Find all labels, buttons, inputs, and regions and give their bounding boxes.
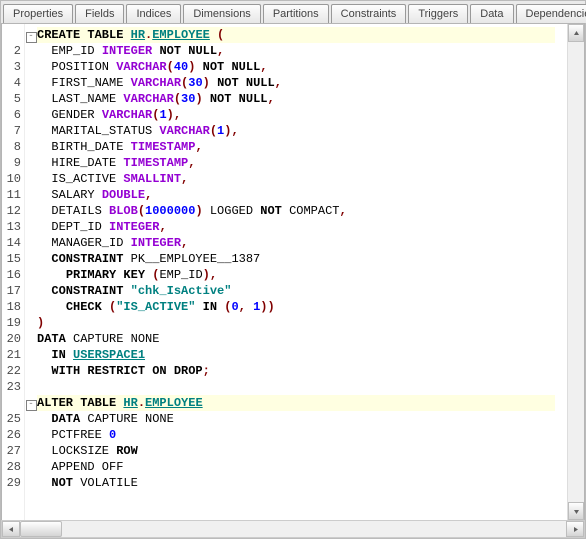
- code-line[interactable]: LAST_NAME VARCHAR(30) NOT NULL,: [37, 91, 567, 107]
- tab-triggers[interactable]: Triggers: [408, 4, 468, 23]
- line-number: 16: [2, 267, 24, 283]
- code-line[interactable]: HIRE_DATE TIMESTAMP,: [37, 155, 567, 171]
- code-line[interactable]: ALTER TABLE HR.EMPLOYEE: [37, 395, 555, 411]
- code-line[interactable]: EMP_ID INTEGER NOT NULL,: [37, 43, 567, 59]
- tab-data[interactable]: Data: [470, 4, 513, 23]
- hscroll-thumb[interactable]: [20, 521, 62, 537]
- tab-fields[interactable]: Fields: [75, 4, 124, 23]
- line-number: 25: [2, 411, 24, 427]
- scroll-up-button[interactable]: [568, 24, 584, 42]
- code-line[interactable]: DATA CAPTURE NONE: [37, 411, 567, 427]
- line-number: 8: [2, 139, 24, 155]
- line-number: [2, 27, 24, 43]
- code-line[interactable]: SALARY DOUBLE,: [37, 187, 567, 203]
- code-line[interactable]: GENDER VARCHAR(1),: [37, 107, 567, 123]
- code-line[interactable]: PRIMARY KEY (EMP_ID),: [37, 267, 567, 283]
- line-number: 4: [2, 75, 24, 91]
- scroll-left-button[interactable]: [2, 521, 20, 537]
- code-line[interactable]: APPEND OFF: [37, 459, 567, 475]
- fold-minus-icon[interactable]: -: [26, 400, 37, 411]
- fold-column: --: [25, 24, 37, 520]
- code-line[interactable]: NOT VOLATILE: [37, 475, 567, 491]
- tab-constraints[interactable]: Constraints: [331, 4, 407, 23]
- code-line[interactable]: FIRST_NAME VARCHAR(30) NOT NULL,: [37, 75, 567, 91]
- line-number: 7: [2, 123, 24, 139]
- line-number: 19: [2, 315, 24, 331]
- tab-dimensions[interactable]: Dimensions: [183, 4, 260, 23]
- line-number: [2, 395, 24, 411]
- code-line[interactable]: CONSTRAINT PK__EMPLOYEE__1387: [37, 251, 567, 267]
- scroll-right-button[interactable]: [566, 521, 584, 537]
- vscroll-track[interactable]: [568, 42, 584, 502]
- tab-dependencies[interactable]: Dependencies: [516, 4, 586, 23]
- line-number: 18: [2, 299, 24, 315]
- code-line[interactable]: CHECK ("IS_ACTIVE" IN (0, 1)): [37, 299, 567, 315]
- line-number: 12: [2, 203, 24, 219]
- line-number: 22: [2, 363, 24, 379]
- code-line[interactable]: LOCKSIZE ROW: [37, 443, 567, 459]
- code-line[interactable]: DEPT_ID INTEGER,: [37, 219, 567, 235]
- code-line[interactable]: ): [37, 315, 567, 331]
- line-number: 28: [2, 459, 24, 475]
- line-number: 9: [2, 155, 24, 171]
- code-line[interactable]: PCTFREE 0: [37, 427, 567, 443]
- hscroll-track[interactable]: [20, 521, 566, 537]
- code-line[interactable]: CONSTRAINT "chk_IsActive": [37, 283, 567, 299]
- tab-properties[interactable]: Properties: [3, 4, 73, 23]
- line-number-gutter: 2345678910111213141516171819202122232526…: [2, 24, 25, 520]
- line-number: 15: [2, 251, 24, 267]
- horizontal-scrollbar[interactable]: [1, 520, 585, 538]
- code-editor[interactable]: 2345678910111213141516171819202122232526…: [1, 23, 585, 521]
- code-line[interactable]: BIRTH_DATE TIMESTAMP,: [37, 139, 567, 155]
- line-number: 29: [2, 475, 24, 491]
- line-number: 6: [2, 107, 24, 123]
- vertical-scrollbar[interactable]: [567, 24, 584, 520]
- tab-partitions[interactable]: Partitions: [263, 4, 329, 23]
- code-line[interactable]: POSITION VARCHAR(40) NOT NULL,: [37, 59, 567, 75]
- code-line[interactable]: DATA CAPTURE NONE: [37, 331, 567, 347]
- line-number: 26: [2, 427, 24, 443]
- line-number: 11: [2, 187, 24, 203]
- code-area[interactable]: CREATE TABLE HR.EMPLOYEE ( EMP_ID INTEGE…: [37, 24, 567, 520]
- line-number: 5: [2, 91, 24, 107]
- line-number: 3: [2, 59, 24, 75]
- code-line[interactable]: IS_ACTIVE SMALLINT,: [37, 171, 567, 187]
- code-line[interactable]: CREATE TABLE HR.EMPLOYEE (: [37, 27, 555, 43]
- line-number: 21: [2, 347, 24, 363]
- fold-minus-icon[interactable]: -: [26, 32, 37, 43]
- code-line[interactable]: MANAGER_ID INTEGER,: [37, 235, 567, 251]
- line-number: 23: [2, 379, 24, 395]
- line-number: 27: [2, 443, 24, 459]
- line-number: 13: [2, 219, 24, 235]
- line-number: 20: [2, 331, 24, 347]
- tab-indices[interactable]: Indices: [126, 4, 181, 23]
- line-number: 17: [2, 283, 24, 299]
- code-line[interactable]: [37, 379, 567, 395]
- code-line[interactable]: DETAILS BLOB(1000000) LOGGED NOT COMPACT…: [37, 203, 567, 219]
- code-line[interactable]: WITH RESTRICT ON DROP;: [37, 363, 567, 379]
- line-number: 10: [2, 171, 24, 187]
- code-line[interactable]: MARITAL_STATUS VARCHAR(1),: [37, 123, 567, 139]
- code-line[interactable]: IN USERSPACE1: [37, 347, 567, 363]
- scroll-down-button[interactable]: [568, 502, 584, 520]
- tab-bar: PropertiesFieldsIndicesDimensionsPartiti…: [1, 1, 585, 24]
- line-number: 2: [2, 43, 24, 59]
- line-number: 14: [2, 235, 24, 251]
